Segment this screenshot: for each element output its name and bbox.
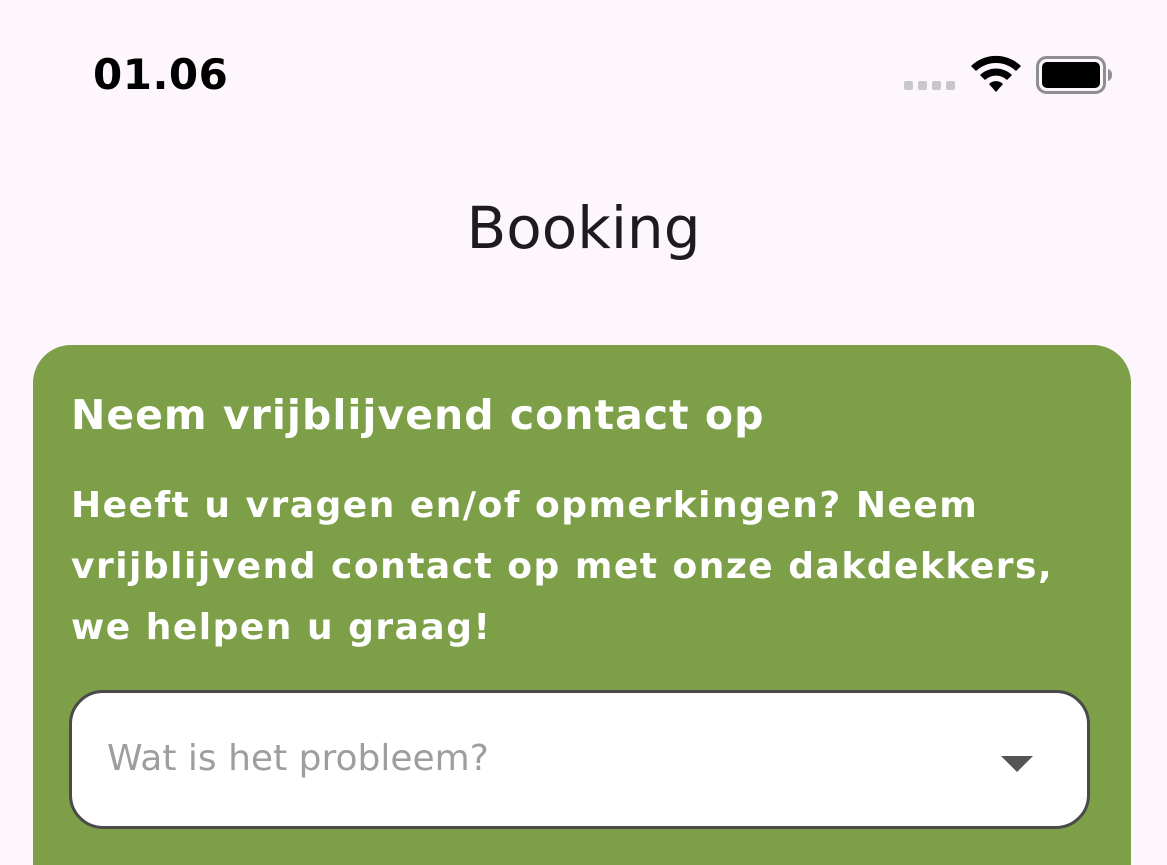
card-title: Neem vrijblijvend contact op xyxy=(71,391,765,439)
wifi-icon xyxy=(971,55,1021,92)
status-time: 01.06 xyxy=(93,50,229,99)
dropdown-placeholder: Wat is het probleem? xyxy=(107,738,489,779)
status-bar: 01.06 xyxy=(0,0,1167,140)
chevron-down-icon[interactable] xyxy=(1001,756,1033,772)
signal-icon xyxy=(904,81,955,90)
contact-card: Neem vrijblijvend contact op Heeft u vra… xyxy=(33,345,1131,865)
problem-dropdown[interactable]: Wat is het probleem? xyxy=(69,690,1090,829)
card-description: Heeft u vragen en/of opmerkingen? Neem v… xyxy=(71,485,1054,648)
battery-icon xyxy=(1036,56,1112,94)
page-title: Booking xyxy=(466,194,701,262)
